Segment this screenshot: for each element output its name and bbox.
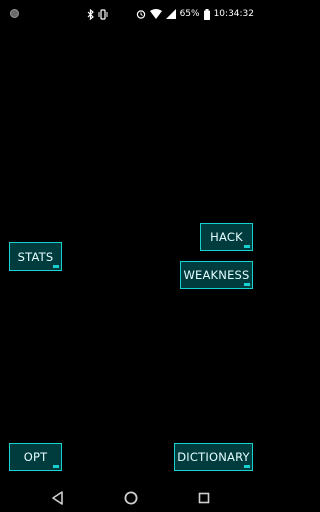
weakness-button[interactable]: WEAKNESS	[180, 261, 253, 289]
hack-button[interactable]: HACK	[200, 223, 253, 251]
navigation-bar	[0, 484, 262, 512]
wifi-icon	[149, 8, 162, 20]
dictionary-button-label: DICTIONARY	[177, 450, 250, 464]
stats-button-label: STATS	[17, 249, 54, 264]
opt-button-label: OPT	[23, 450, 48, 464]
home-icon[interactable]	[123, 490, 139, 506]
button-corner-accent	[244, 245, 250, 248]
notification-dot-icon	[10, 9, 19, 18]
button-corner-accent	[53, 465, 59, 468]
button-corner-accent	[244, 283, 250, 286]
clock: 10:34:32	[213, 9, 254, 19]
battery-icon	[203, 8, 210, 20]
bluetooth-icon	[87, 8, 94, 20]
hack-button-label: HACK	[210, 230, 243, 244]
button-corner-accent	[53, 265, 59, 268]
vibrate-icon	[98, 8, 108, 20]
battery-percent: 65%	[179, 9, 200, 19]
status-icons: 65% 10:34:32	[87, 7, 254, 21]
opt-button[interactable]: OPT	[9, 443, 62, 471]
alarm-icon	[136, 8, 146, 20]
weakness-button-label: WEAKNESS	[183, 268, 250, 282]
button-corner-accent	[244, 465, 250, 468]
recents-icon[interactable]	[196, 490, 212, 506]
stats-button[interactable]: STATS	[9, 242, 62, 271]
back-icon[interactable]	[50, 490, 66, 506]
dictionary-button[interactable]: DICTIONARY	[174, 443, 253, 471]
signal-icon	[165, 8, 176, 20]
status-bar: 65% 10:34:32	[0, 0, 262, 26]
